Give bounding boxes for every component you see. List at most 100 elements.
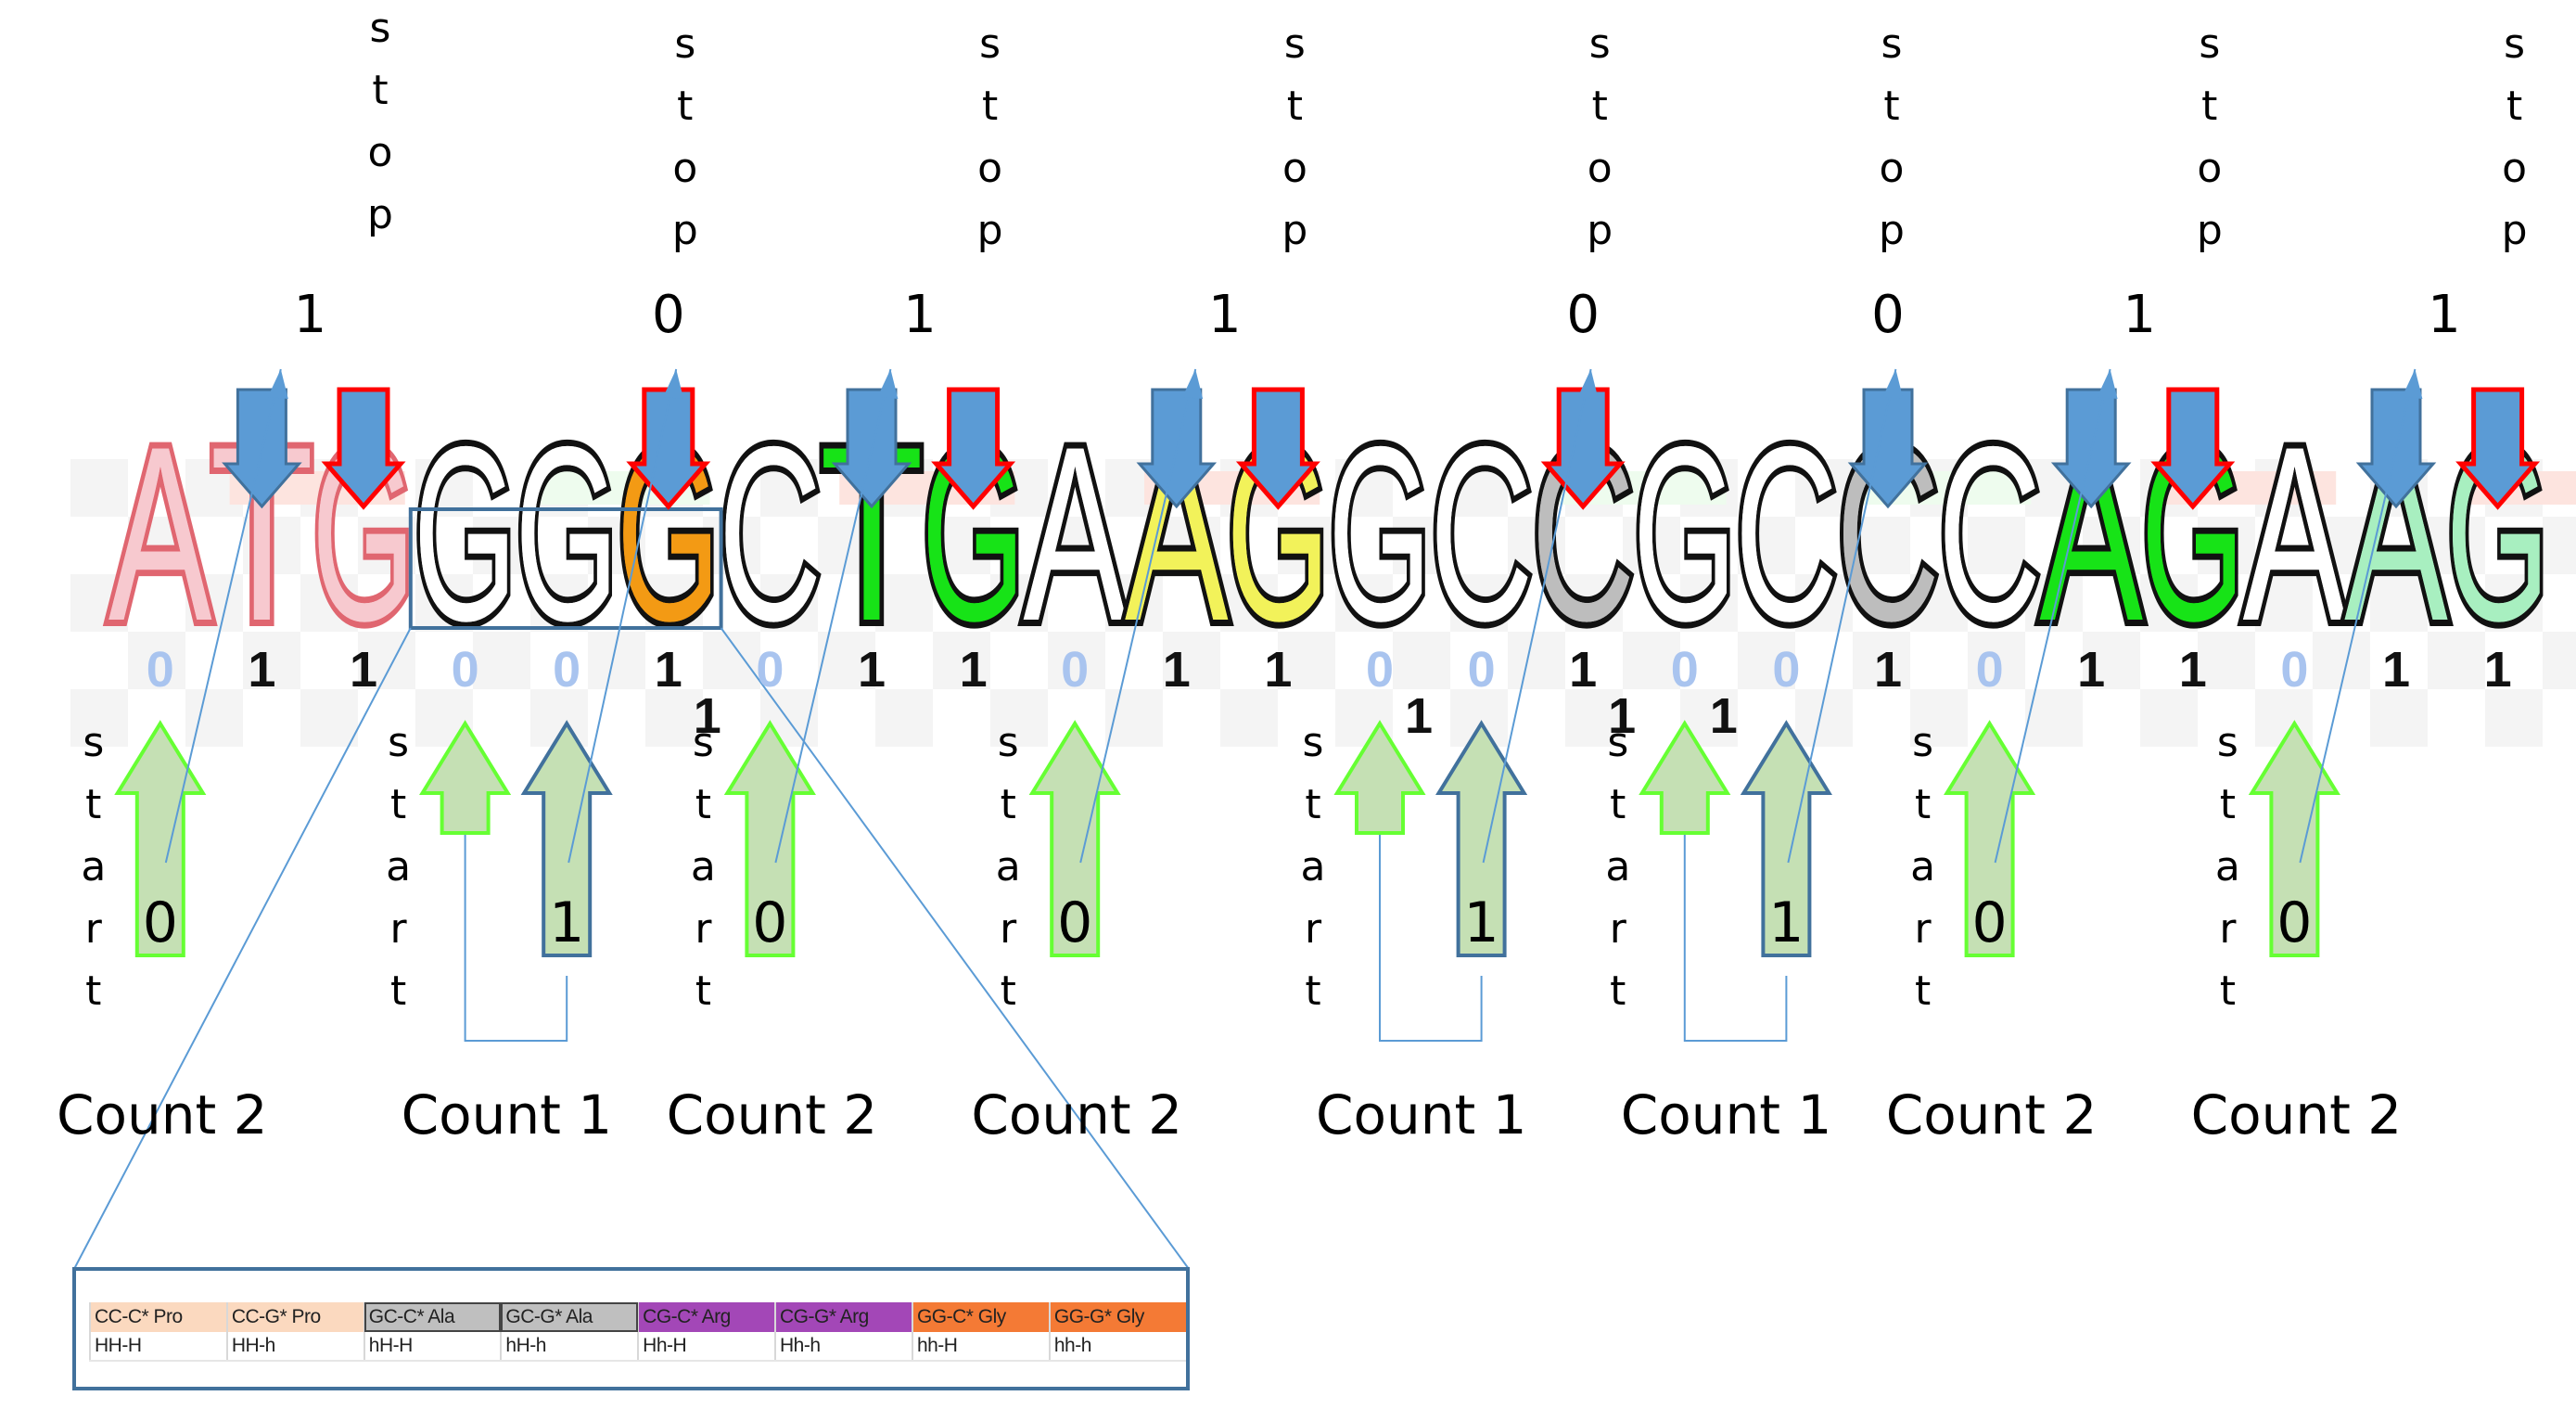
bit-value: 0 <box>1772 642 1800 698</box>
label-letter: o <box>1282 145 1307 192</box>
stop-value: 1 <box>2428 285 2461 345</box>
base-fill: C <box>1938 394 2042 672</box>
bit-value: 0 <box>147 642 174 698</box>
connector-arrowhead <box>1882 369 1904 399</box>
legend-code: HH-H <box>89 1332 227 1362</box>
label-letter: p <box>1282 207 1307 254</box>
label-letter: p <box>672 207 698 254</box>
label-letter: s <box>388 719 409 766</box>
label-letter: r <box>2219 905 2237 953</box>
label-letter: s <box>370 5 391 52</box>
legend-cell: GG-G* Gly <box>1048 1302 1186 1332</box>
stop-value: 1 <box>2123 285 2156 345</box>
bit-value: 1 <box>858 642 886 698</box>
connector-arrowhead <box>267 369 288 399</box>
base-fill: C <box>1735 394 1839 672</box>
count-label: Count 1 <box>1621 1083 1832 1146</box>
start-markers: start0Count 2start1Count 1start0Count 2s… <box>57 719 2402 1146</box>
bit-value: 0 <box>452 642 479 698</box>
stop-label: stop <box>672 20 698 254</box>
label-letter: o <box>1880 145 1905 192</box>
label-letter: r <box>85 905 103 953</box>
label-letter: s <box>979 20 1001 68</box>
label-letter: s <box>1912 719 1933 766</box>
label-letter: t <box>1610 781 1626 828</box>
label-letter: p <box>367 191 393 238</box>
label-letter: o <box>1588 145 1613 192</box>
label-letter: t <box>677 83 693 130</box>
checker-cell <box>875 689 933 747</box>
label-letter: t <box>1001 967 1016 1015</box>
label-letter: o <box>977 145 1002 192</box>
label-letter: s <box>2217 719 2238 766</box>
bit-value: 0 <box>1468 642 1496 698</box>
stray-bit: 1 <box>1405 688 1433 744</box>
label-letter: p <box>1879 207 1905 254</box>
count-label: Count 2 <box>971 1083 1182 1146</box>
label-letter: t <box>695 781 711 828</box>
stop-value: 1 <box>1208 285 1242 345</box>
legend-code: HH-h <box>225 1332 364 1362</box>
legend-code: hH-H <box>363 1332 502 1362</box>
bit-value: 1 <box>2179 642 2207 698</box>
bit-value: 1 <box>2382 642 2410 698</box>
bit-value: 0 <box>553 642 580 698</box>
start-value: 0 <box>1057 890 1092 955</box>
bit-value: 0 <box>1366 642 1394 698</box>
legend-code: Hh-h <box>774 1332 912 1362</box>
label-letter: a <box>996 843 1021 890</box>
start-value: 1 <box>1768 890 1804 955</box>
label-letter: s <box>1589 20 1611 68</box>
base-fill: G <box>515 394 618 672</box>
bit-value: 0 <box>1061 642 1089 698</box>
label-letter: t <box>2220 967 2236 1015</box>
legend-header-row: CC-C* Pro CC-G* Pro GC-C* Ala GC-G* Ala … <box>89 1302 1186 1332</box>
connector-arrowhead <box>663 369 684 399</box>
codon-diagram: AATTGGGGGGGGCCTTGGAAAAGGGGCCCCGGCCCCCCAA… <box>57 5 2576 1270</box>
label-letter: p <box>2502 207 2528 254</box>
connector-arrowhead <box>2097 369 2118 399</box>
label-letter: s <box>674 20 695 68</box>
label-letter: t <box>390 781 406 828</box>
start-value: 1 <box>549 890 584 955</box>
bit-value: 1 <box>960 642 988 698</box>
start-value: 0 <box>752 890 787 955</box>
label-letter: t <box>1883 83 1899 130</box>
checker-cell <box>2485 689 2543 747</box>
legend-cell: GG-C* Gly <box>911 1302 1050 1332</box>
label-letter: t <box>1305 967 1320 1015</box>
connector-arrowhead <box>2402 369 2423 399</box>
stop-label: stop <box>977 20 1003 254</box>
label-letter: t <box>1305 781 1320 828</box>
bit-value: 1 <box>1874 642 1902 698</box>
base-fill: C <box>719 394 823 672</box>
label-letter: t <box>1915 967 1931 1015</box>
label-letter: r <box>1610 905 1627 953</box>
label-letter: o <box>672 145 697 192</box>
base-fill: C <box>1430 394 1534 672</box>
start-label: start <box>996 719 1021 1015</box>
bit-value: 0 <box>2280 642 2308 698</box>
label-letter: r <box>390 905 408 953</box>
label-letter: t <box>2201 83 2217 130</box>
checker-cell <box>1220 689 1278 747</box>
legend-cell: GC-C* Ala <box>363 1302 502 1332</box>
label-letter: s <box>2504 20 2525 68</box>
label-letter: t <box>85 781 101 828</box>
label-letter: t <box>1592 83 1608 130</box>
checker-cell <box>300 689 358 747</box>
label-letter: o <box>368 129 393 176</box>
label-letter: t <box>2220 781 2236 828</box>
start-value: 1 <box>1464 890 1499 955</box>
stop-label: stop <box>1879 20 1905 254</box>
label-letter: p <box>2197 207 2223 254</box>
legend-code: hh-H <box>911 1332 1050 1362</box>
legend-table: CC-C* Pro CC-G* Pro GC-C* Ala GC-G* Ala … <box>89 1302 1186 1362</box>
label-letter: a <box>691 843 716 890</box>
stop-label: stop <box>2197 20 2223 254</box>
stop-value: 0 <box>1871 285 1905 345</box>
stop-label: stop <box>1282 20 1307 254</box>
checker-cell <box>2370 689 2428 747</box>
base-fill: G <box>1633 394 1737 672</box>
base-fill: G <box>1328 394 1432 672</box>
